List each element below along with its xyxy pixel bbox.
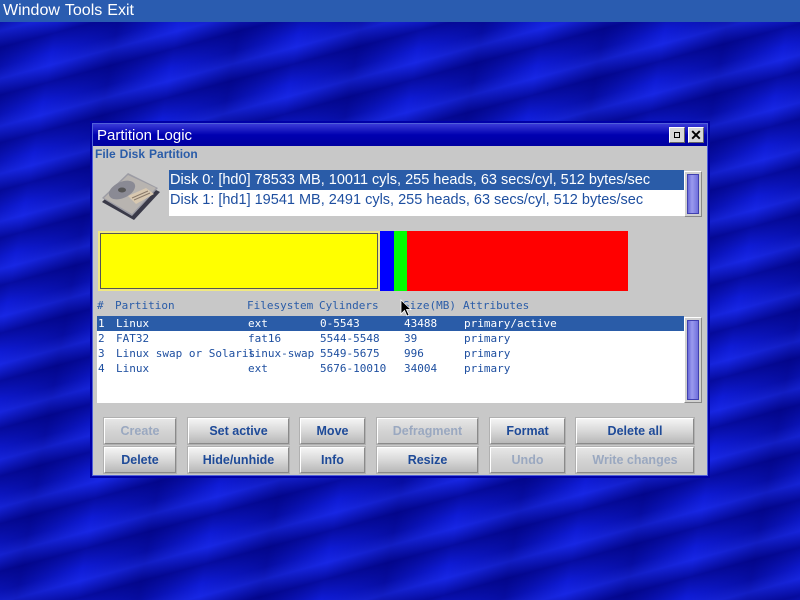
mouse-cursor-icon bbox=[400, 299, 412, 317]
hard-disk-icon bbox=[102, 173, 160, 220]
scrollbar-thumb[interactable] bbox=[687, 174, 699, 214]
disk-list-scrollbar[interactable] bbox=[684, 171, 702, 217]
move-button[interactable]: Move bbox=[300, 418, 365, 444]
delete-all-button[interactable]: Delete all bbox=[576, 418, 694, 444]
format-button[interactable]: Format bbox=[490, 418, 565, 444]
cell-partition: Linux swap or Solaris bbox=[116, 347, 256, 360]
disk-row-0[interactable]: Disk 0: [hd0] 78533 MB, 10011 cyls, 255 … bbox=[169, 170, 684, 190]
cell-attributes: primary bbox=[464, 362, 511, 375]
column-header-filesystem: Filesystem bbox=[247, 299, 314, 312]
create-button[interactable]: Create bbox=[104, 418, 176, 444]
cell-cylinders: 5549-5675 bbox=[320, 347, 380, 360]
menu-window[interactable]: Window bbox=[3, 2, 60, 20]
menu-partition[interactable]: Partition bbox=[149, 147, 198, 161]
disk-list: Disk 0: [hd0] 78533 MB, 10011 cyls, 255 … bbox=[169, 170, 684, 216]
cell-size: 34004 bbox=[404, 362, 438, 375]
menu-exit[interactable]: Exit bbox=[107, 2, 134, 20]
cell-cylinders: 5676-10010 bbox=[320, 362, 387, 375]
cell-cylinders: 0-5543 bbox=[320, 317, 360, 330]
disk-row-1[interactable]: Disk 1: [hd1] 19541 MB, 2491 cyls, 255 h… bbox=[169, 190, 684, 210]
close-icon: ✕ bbox=[690, 126, 702, 143]
table-row[interactable]: 2 FAT32 fat16 5544-5548 39 primary bbox=[97, 331, 684, 346]
partition-segment-3[interactable] bbox=[393, 231, 408, 291]
cell-partition: Linux bbox=[116, 362, 150, 375]
cell-filesystem: ext bbox=[248, 317, 268, 330]
column-header-attributes: Attributes bbox=[463, 299, 530, 312]
scrollbar-thumb[interactable] bbox=[687, 320, 699, 400]
window-menu: File Disk Partition bbox=[95, 147, 198, 161]
restore-icon bbox=[674, 132, 680, 138]
set-active-button[interactable]: Set active bbox=[188, 418, 289, 444]
partition-segment-4[interactable] bbox=[407, 231, 628, 291]
table-row[interactable]: 3 Linux swap or Solaris linux-swap 5549-… bbox=[97, 346, 684, 361]
restore-button[interactable] bbox=[669, 127, 685, 143]
partition-map bbox=[98, 231, 630, 293]
undo-button[interactable]: Undo bbox=[490, 447, 565, 473]
column-header-partition: Partition bbox=[115, 299, 175, 312]
cell-num: 2 bbox=[98, 332, 105, 345]
info-button[interactable]: Info bbox=[300, 447, 365, 473]
cell-size: 39 bbox=[404, 332, 418, 345]
window-titlebar[interactable]: Partition Logic ✕ bbox=[93, 124, 707, 146]
menu-disk[interactable]: Disk bbox=[120, 147, 145, 161]
defragment-button[interactable]: Defragment bbox=[377, 418, 478, 444]
top-menubar: Window Tools Exit bbox=[0, 0, 800, 22]
cell-partition: Linux bbox=[116, 317, 150, 330]
table-row[interactable]: 1 Linux ext 0-5543 43488 primary/active bbox=[97, 316, 684, 331]
cell-num: 1 bbox=[98, 317, 105, 330]
partition-table: 1 Linux ext 0-5543 43488 primary/active … bbox=[97, 316, 684, 403]
column-header-num: # bbox=[97, 299, 104, 312]
cell-partition: FAT32 bbox=[116, 332, 150, 345]
cell-size: 996 bbox=[404, 347, 424, 360]
cell-num: 3 bbox=[98, 347, 105, 360]
cell-num: 4 bbox=[98, 362, 105, 375]
window-title: Partition Logic bbox=[97, 126, 193, 144]
cell-attributes: primary bbox=[464, 332, 511, 345]
cell-attributes: primary/active bbox=[464, 317, 557, 330]
close-button[interactable]: ✕ bbox=[688, 127, 704, 143]
partition-segment-1[interactable] bbox=[98, 231, 381, 291]
column-header-cylinders: Cylinders bbox=[319, 299, 379, 312]
delete-button[interactable]: Delete bbox=[104, 447, 176, 473]
table-row[interactable]: 4 Linux ext 5676-10010 34004 primary bbox=[97, 361, 684, 376]
cell-filesystem: fat16 bbox=[248, 332, 282, 345]
write-changes-button[interactable]: Write changes bbox=[576, 447, 694, 473]
cell-filesystem: ext bbox=[248, 362, 268, 375]
cell-attributes: primary bbox=[464, 347, 511, 360]
menu-file[interactable]: File bbox=[95, 147, 116, 161]
cell-cylinders: 5544-5548 bbox=[320, 332, 380, 345]
partition-table-scrollbar[interactable] bbox=[684, 317, 702, 403]
hide-unhide-button[interactable]: Hide/unhide bbox=[188, 447, 289, 473]
cell-filesystem: linux-swap bbox=[248, 347, 315, 360]
menu-tools[interactable]: Tools bbox=[65, 2, 102, 20]
resize-button[interactable]: Resize bbox=[377, 447, 478, 473]
cell-size: 43488 bbox=[404, 317, 438, 330]
partition-segment-2[interactable] bbox=[380, 231, 394, 291]
